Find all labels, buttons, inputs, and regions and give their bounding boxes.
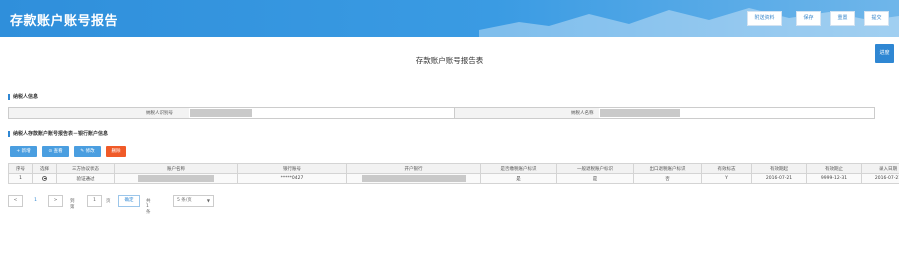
cell-tax-account: 是: [480, 173, 557, 184]
cell-bank: [346, 173, 481, 184]
app-title: 存款账户账号报告: [10, 14, 119, 29]
col-header-account-name: 账户名称: [114, 163, 238, 174]
add-button[interactable]: + 新增: [10, 146, 37, 157]
prev-page-button[interactable]: <: [8, 195, 23, 207]
col-header-entry-date: 录入日期: [861, 163, 899, 174]
next-page-button[interactable]: >: [48, 195, 63, 207]
cell-refund-account: 是: [556, 173, 634, 184]
bank-section-title: 纳税人存款账户账号报告表－银行账户信息: [8, 131, 108, 137]
submit-button[interactable]: 提交: [864, 11, 889, 26]
col-header-refund-account: 一般退税账户标识: [556, 163, 634, 174]
view-button[interactable]: ⊙ 查看: [42, 146, 69, 157]
cell-valid-from: 2016-07-21: [751, 173, 807, 184]
col-header-tax-account: 是否缴税账户标识: [480, 163, 557, 174]
cell-entry-date: 2016-07-21: [861, 173, 899, 184]
page-size-select[interactable]: 5 条/页 ▼: [173, 195, 214, 207]
page-size-value: 5 条/页: [177, 198, 192, 203]
col-header-valid-from: 有效期起: [751, 163, 807, 174]
taxpayer-info-row: 纳税人识别号 纳税人名称: [8, 107, 875, 119]
page-title: 存款账户账号报告表: [415, 56, 484, 65]
taxpayer-section-title: 纳税人信息: [8, 94, 38, 100]
total-count: 共 1 条: [146, 199, 151, 215]
info-divider: [454, 108, 455, 118]
cell-export-refund: 否: [633, 173, 702, 184]
chevron-down-icon: ▼: [206, 198, 210, 203]
page-number-current[interactable]: 1: [28, 195, 43, 207]
cell-account-name: [114, 173, 238, 184]
reset-button[interactable]: 重置: [830, 11, 855, 26]
cell-account-no: *****0427: [237, 173, 347, 184]
account-name-redacted: [138, 175, 214, 182]
col-header-seq: 序号: [8, 163, 33, 174]
page-unit-label: 页: [106, 199, 111, 204]
col-header-valid-flag: 有效标志: [701, 163, 752, 174]
delete-button[interactable]: 删除: [106, 146, 126, 157]
goto-label: 到第: [70, 199, 75, 210]
save-button[interactable]: 保存: [796, 11, 821, 26]
taxpayer-id-label: 纳税人识别号: [146, 111, 173, 116]
cell-valid-to: 9999-12-31: [806, 173, 862, 184]
col-header-export-refund: 出口退税账户标识: [633, 163, 702, 174]
cell-agreement-status: 验证通过: [56, 173, 115, 184]
col-header-valid-to: 有效期止: [806, 163, 862, 174]
app-header: 存款账户账号报告 附送资料 保存 重置 提交: [0, 0, 899, 37]
goto-confirm-button[interactable]: 确定: [118, 195, 140, 207]
taxpayer-name-value-redacted: [600, 109, 680, 117]
taxpayer-name-label: 纳税人名称: [571, 111, 594, 116]
col-header-account-no: 银行账号: [237, 163, 347, 174]
table-row[interactable]: 1 验证通过 *****0427 是 是 否 Y 2016-07-21 9999…: [8, 173, 899, 184]
cell-select[interactable]: [32, 173, 57, 184]
col-header-agreement-status: 三方协议状态: [56, 163, 115, 174]
taxpayer-id-value-redacted: [190, 109, 252, 117]
bank-account-table: 序号 选择 三方协议状态 账户名称 银行账号 开户银行 是否缴税账户标识 一般退…: [8, 163, 899, 184]
cell-seq: 1: [8, 173, 33, 184]
edit-button[interactable]: ✎ 修改: [74, 146, 101, 157]
attach-materials-button[interactable]: 附送资料: [747, 11, 782, 26]
col-header-select: 选择: [32, 163, 57, 174]
table-header-row: 序号 选择 三方协议状态 账户名称 银行账号 开户银行 是否缴税账户标识 一般退…: [8, 163, 899, 174]
goto-page-input[interactable]: 1: [87, 195, 102, 207]
col-header-bank: 开户银行: [346, 163, 481, 174]
bank-name-redacted: [361, 175, 466, 182]
select-radio[interactable]: [42, 175, 47, 181]
cell-valid-flag: Y: [701, 173, 752, 184]
